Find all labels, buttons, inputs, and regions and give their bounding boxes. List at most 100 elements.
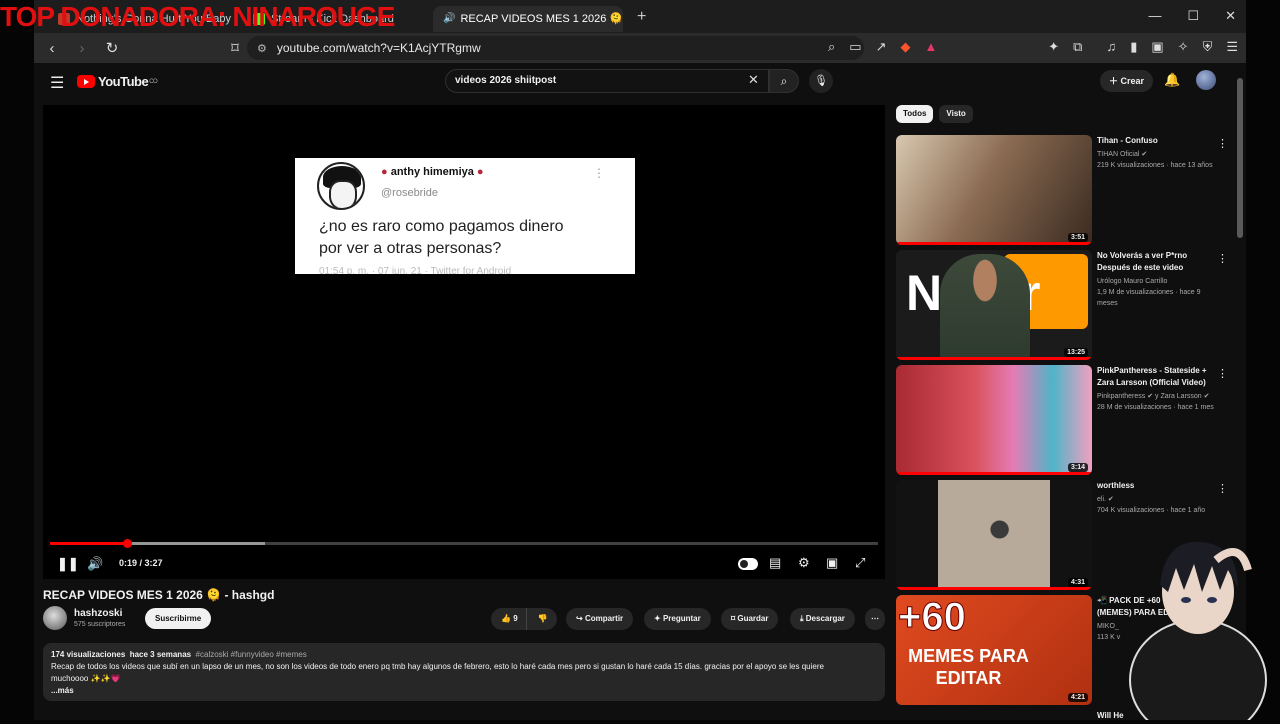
bookmark-icon[interactable]: ⌑ xyxy=(223,39,247,57)
ask-button[interactable]: ✦ Preguntar xyxy=(644,608,711,630)
video-thumbnail[interactable]: 4:31 xyxy=(896,480,1092,590)
search-button[interactable]: ⌕ xyxy=(769,69,799,93)
dislike-button[interactable]: 👎 xyxy=(529,608,557,630)
subscriber-count: 575 suscriptores xyxy=(74,621,126,628)
share-label: Compartir xyxy=(584,614,624,623)
more-actions-button[interactable]: ⋯ xyxy=(865,608,885,630)
channel-name[interactable]: Urólogo Mauro Carrillo xyxy=(1097,276,1215,287)
more-options-icon[interactable]: ⋮ xyxy=(1217,482,1228,495)
tab-search-icon[interactable]: ⧉ xyxy=(1073,39,1082,55)
close-window-button[interactable]: ✕ xyxy=(1225,8,1236,24)
account-avatar[interactable] xyxy=(1196,70,1216,90)
menu-icon[interactable]: ☰ xyxy=(1226,39,1238,55)
progress-played xyxy=(50,542,127,545)
tweet-footer: 01:54 p. m. · 07 jun. 21 · Twitter for A… xyxy=(319,266,512,274)
vpn-icon[interactable]: ⛨ xyxy=(1203,39,1213,55)
tab-active-video[interactable]: 🔊 RECAP VIDEOS MES 1 2026 🫠 ✕ xyxy=(433,5,623,32)
media-icon[interactable]: ♫ xyxy=(1106,39,1116,55)
maximize-button[interactable]: ☐ xyxy=(1187,8,1199,24)
hashtags[interactable]: #calzoski #funnyvideo #memes xyxy=(196,650,307,659)
share-button[interactable]: ↪ Compartir xyxy=(566,608,634,630)
recommendation-card[interactable]: 3:51 Tihan - Confuso TIHAN Oficial ✔ 219… xyxy=(896,135,1236,250)
autoplay-toggle[interactable] xyxy=(738,558,758,570)
settings-gear-icon[interactable]: ⚙ xyxy=(798,555,810,571)
sidebar-icon[interactable]: ▮ xyxy=(1130,39,1137,55)
download-button[interactable]: ⤓ Descargar xyxy=(790,608,855,630)
channel-row: hashzoski 575 suscriptores Suscribirme 👍… xyxy=(43,606,885,636)
cast-icon[interactable]: ▭ xyxy=(849,39,861,55)
minimize-button[interactable]: — xyxy=(1148,8,1161,24)
video-thumbnail[interactable]: +60 MEMES PARA EDITAR 4:21 xyxy=(896,595,1092,705)
like-button[interactable]: 👍 9 xyxy=(491,608,527,630)
description-box[interactable]: 174 visualizaciones hace 3 semanas #calz… xyxy=(43,643,885,701)
subscribe-button[interactable]: Suscribirme xyxy=(145,608,212,629)
recommendation-card[interactable]: No or 13:25 No Volverás a ver P*rno Desp… xyxy=(896,250,1236,365)
rewards-icon[interactable]: ▲ xyxy=(924,39,937,55)
new-tab-button[interactable]: + xyxy=(637,8,646,26)
download-icon: ⤓ xyxy=(800,614,804,623)
url-action-icons: ⌕ ▭ ↗ ◆ ▲ xyxy=(828,39,937,55)
subtitles-button[interactable]: ▤ xyxy=(769,555,781,571)
rose-icon: ● xyxy=(381,166,388,178)
more-options-icon[interactable]: ⋮ xyxy=(1217,367,1228,380)
youtube-logo[interactable]: YouTube CO xyxy=(77,74,158,89)
notifications-bell-icon[interactable]: 🔔 xyxy=(1164,72,1180,88)
more-options-icon[interactable]: ⋮ xyxy=(1217,252,1228,265)
clear-search-icon[interactable]: ✕ xyxy=(748,72,759,88)
voice-search-button[interactable]: 🎙 xyxy=(809,69,833,93)
video-player[interactable]: ● anthy himemiya ● @rosebride ⋮ ¿no es r… xyxy=(43,105,885,579)
video-title[interactable]: Tihan - Confuso xyxy=(1097,135,1215,147)
video-thumbnail[interactable]: 3:14 xyxy=(896,365,1092,475)
duration-badge: 3:14 xyxy=(1067,463,1088,472)
pause-button[interactable]: ❚❚ xyxy=(57,556,79,572)
duration-badge: 13:25 xyxy=(1064,348,1088,357)
extensions-icon[interactable]: ✦ xyxy=(1048,39,1059,55)
stream-overlay-donor-text: TOP DONADORA: NINAROUGE xyxy=(0,1,395,32)
chip-watched[interactable]: Visto xyxy=(939,105,973,123)
forward-button[interactable]: › xyxy=(70,40,94,57)
tweet-more-icon: ⋮ xyxy=(593,166,605,180)
zoom-icon[interactable]: ⌕ xyxy=(828,39,835,55)
tweet-handle: @rosebride xyxy=(381,187,439,199)
player-controls: ❚❚ 🔊 0:19 / 3:27 ▤ ⚙ ▣ ⤢ xyxy=(43,553,885,575)
progress-bar[interactable] xyxy=(50,539,878,548)
share-icon[interactable]: ↗ xyxy=(876,39,887,55)
show-more-link[interactable]: ...más xyxy=(51,685,877,697)
site-info-icon[interactable]: ⚙ xyxy=(257,42,267,55)
more-options-icon[interactable]: ⋮ xyxy=(1217,137,1228,150)
miniplayer-button[interactable]: ▣ xyxy=(826,555,838,571)
create-label: Crear xyxy=(1120,76,1145,86)
save-button[interactable]: ⌑ Guardar xyxy=(721,608,779,630)
video-info: Tihan - Confuso TIHAN Oficial ✔ 219 K vi… xyxy=(1097,135,1215,171)
reload-button[interactable]: ↻ xyxy=(100,39,124,57)
back-button[interactable]: ‹ xyxy=(40,40,64,57)
channel-name[interactable]: eli. ✔ xyxy=(1097,494,1215,505)
tab-label: RECAP VIDEOS MES 1 2026 🫠 xyxy=(460,13,623,25)
url-field[interactable]: ⚙ youtube.com/watch?v=K1AcjYTRgmw xyxy=(247,36,864,60)
video-title[interactable]: PinkPantheress - Stateside + Zara Larsso… xyxy=(1097,365,1215,389)
search-input[interactable]: videos 2026 shiitpost xyxy=(445,69,769,93)
channel-avatar[interactable] xyxy=(43,606,67,630)
hamburger-menu-icon[interactable]: ☰ xyxy=(50,73,64,93)
video-thumbnail[interactable]: No or 13:25 xyxy=(896,250,1092,360)
video-title[interactable]: No Volverás a ver P*rno Después de este … xyxy=(1097,250,1215,274)
chip-all[interactable]: Todos xyxy=(896,105,934,123)
tweet-name-text: anthy himemiya xyxy=(390,166,474,178)
page-scrollbar[interactable] xyxy=(1237,78,1243,238)
description-text: muchoooo ✨✨💗 xyxy=(51,674,121,683)
brave-shield-icon[interactable]: ◆ xyxy=(900,39,910,55)
video-thumbnail[interactable]: 3:51 xyxy=(896,135,1092,245)
fullscreen-button[interactable]: ⤢ xyxy=(855,555,865,571)
logo-country: CO xyxy=(149,78,158,85)
recommendation-card[interactable]: 3:14 PinkPantheress - Stateside + Zara L… xyxy=(896,365,1236,480)
channel-name[interactable]: hashzoski xyxy=(74,608,122,619)
create-button[interactable]: ＋ Crear xyxy=(1100,70,1154,92)
channel-name[interactable]: Pinkpantheress ✔ y Zara Larsson ✔ xyxy=(1097,391,1215,402)
volume-button[interactable]: 🔊 xyxy=(87,556,103,572)
channel-name[interactable]: TIHAN Oficial ✔ xyxy=(1097,149,1215,160)
video-title[interactable]: worthless xyxy=(1097,480,1215,492)
leo-ai-icon[interactable]: ✧ xyxy=(1178,39,1189,55)
scrubber-handle[interactable] xyxy=(123,539,132,548)
youtube-header: ☰ YouTube CO videos 2026 shiitpost ✕ ⌕ 🎙… xyxy=(34,63,1246,101)
wallet-icon[interactable]: ▣ xyxy=(1151,39,1163,55)
